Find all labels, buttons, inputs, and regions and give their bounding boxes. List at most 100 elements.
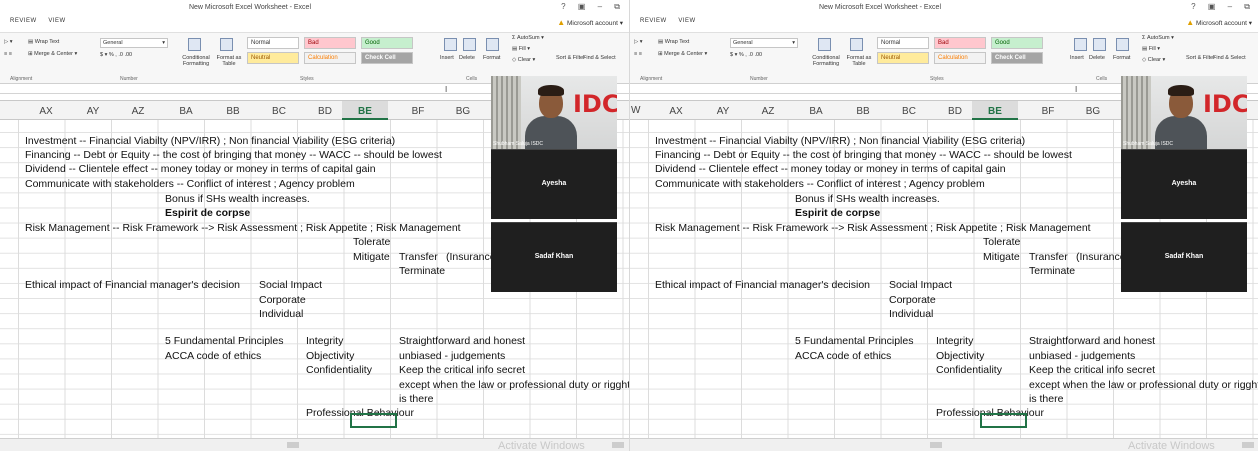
format-as-table-button[interactable]: Format as Table (214, 55, 244, 67)
col-header[interactable]: AY (73, 106, 113, 117)
tab-view[interactable]: VIEW (678, 18, 695, 24)
col-header[interactable]: BD (935, 106, 975, 117)
col-header[interactable]: AY (703, 106, 743, 117)
conditional-formatting-button[interactable]: Conditional Formatting (806, 55, 846, 67)
wrap-text-button[interactable]: ▤ Wrap Text (28, 39, 59, 45)
cell-text[interactable]: Ethical impact of Financial manager's de… (655, 279, 870, 291)
window-controls[interactable]: ? ▣ – ⧉ (561, 2, 625, 12)
cell-text[interactable]: Bonus if SHs wealth increases. (795, 193, 940, 205)
cell-text[interactable]: Terminate (1029, 265, 1075, 277)
style-normal[interactable]: Normal (877, 37, 929, 49)
format-as-table-icon[interactable] (850, 38, 863, 51)
cell-text[interactable]: Transfer (399, 251, 438, 263)
cell-text[interactable]: Communicate with stakeholders -- Conflic… (25, 178, 355, 190)
cell-text[interactable]: Dividend -- Clientele effect -- money to… (655, 163, 1006, 175)
selected-cell[interactable] (980, 413, 1027, 428)
scroll-left-arrow[interactable] (930, 442, 942, 448)
cell-text[interactable]: Investment -- Financial Viabilty (NPV/IR… (655, 135, 1025, 147)
cell-text[interactable]: except when the law or professional duty… (399, 379, 629, 391)
cell-text[interactable]: Transfer (1029, 251, 1068, 263)
col-header[interactable]: BA (166, 106, 206, 117)
align-icons[interactable]: ≡ ≡ (4, 51, 12, 57)
tab-review[interactable]: REVIEW (10, 18, 37, 24)
cell-text[interactable]: Integrity (306, 335, 343, 347)
cell-text[interactable]: except when the law or professional duty… (1029, 379, 1258, 391)
cell-text[interactable]: Risk Management -- Risk Framework --> Ri… (655, 222, 1091, 234)
col-header[interactable]: BG (443, 106, 483, 117)
format-icon[interactable] (1116, 38, 1129, 51)
number-format-icons[interactable]: $ ▾ % , .0 .00 (100, 52, 132, 58)
col-header[interactable]: AX (656, 106, 696, 117)
conditional-formatting-icon[interactable] (818, 38, 831, 51)
cell-text[interactable]: Corporate (889, 294, 936, 306)
format-as-table-icon[interactable] (220, 38, 233, 51)
style-good[interactable]: Good (361, 37, 413, 49)
format-button[interactable]: Format (1113, 55, 1130, 61)
merge-center-button[interactable]: ⊞ Merge & Center ▾ (28, 51, 77, 57)
fill-button[interactable]: ▤ Fill ▾ (1142, 46, 1160, 52)
cell-text[interactable]: 5 Fundamental Principles (165, 335, 283, 347)
indent-icon[interactable]: ▷ ▾ (634, 39, 643, 45)
cell-text[interactable]: Straightforward and honest (399, 335, 525, 347)
delete-icon[interactable] (463, 38, 476, 51)
cell-text[interactable]: Bonus if SHs wealth increases. (165, 193, 310, 205)
col-header-active[interactable]: BE (975, 106, 1015, 117)
insert-button[interactable]: Insert (440, 55, 454, 61)
cell-text[interactable]: Social Impact (889, 279, 952, 291)
presenter-video-tile[interactable]: IDC Shubham Saluja ISDC (491, 76, 617, 149)
cell-text[interactable]: (Insurance (1076, 251, 1126, 263)
style-check-cell[interactable]: Check Cell (991, 52, 1043, 64)
autosum-button[interactable]: Σ AutoSum ▾ (512, 35, 544, 41)
number-format-select[interactable]: General ▾ (730, 38, 798, 48)
col-header[interactable]: BF (398, 106, 438, 117)
merge-center-button[interactable]: ⊞ Merge & Center ▾ (658, 51, 707, 57)
scroll-right-arrow[interactable] (612, 442, 624, 448)
col-header[interactable]: BC (259, 106, 299, 117)
account-area[interactable]: ▲ Microsoft account ▾ (1186, 18, 1252, 27)
autosum-button[interactable]: Σ AutoSum ▾ (1142, 35, 1174, 41)
cell-text[interactable]: unbiased - judgements (399, 350, 505, 362)
col-header[interactable]: BD (305, 106, 345, 117)
cell-text[interactable]: ACCA code of ethics (165, 350, 261, 362)
cell-text[interactable]: Financing -- Debt or Equity -- the cost … (655, 149, 1072, 161)
col-header-active[interactable]: BE (345, 106, 385, 117)
cell-text[interactable]: Confidentiality (306, 364, 372, 376)
col-header[interactable]: BF (1028, 106, 1068, 117)
number-format-icons[interactable]: $ ▾ % , .0 .00 (730, 52, 762, 58)
cell-text[interactable]: Keep the critical info secret (1029, 364, 1155, 376)
cell-text[interactable]: Espirit de corpse (795, 207, 880, 219)
cell-text[interactable]: Mitigate (983, 251, 1020, 263)
cell-text[interactable]: Financing -- Debt or Equity -- the cost … (25, 149, 442, 161)
insert-icon[interactable] (1074, 38, 1087, 51)
insert-icon[interactable] (444, 38, 457, 51)
clear-button[interactable]: ◇ Clear ▾ (1142, 57, 1165, 63)
presenter-video-tile[interactable]: IDC Shubham Saluja ISDC (1121, 76, 1247, 149)
number-format-select[interactable]: General ▾ (100, 38, 168, 48)
cell-text[interactable]: (Insurance (446, 251, 496, 263)
delete-button[interactable]: Delete (1089, 55, 1105, 61)
participant-tile[interactable]: Ayesha (491, 149, 617, 219)
cell-text[interactable]: is there (1029, 393, 1063, 405)
col-header[interactable]: BB (843, 106, 883, 117)
cell-text[interactable]: 5 Fundamental Principles (795, 335, 913, 347)
cell-text[interactable]: Mitigate (353, 251, 390, 263)
cell-text[interactable]: unbiased - judgements (1029, 350, 1135, 362)
indent-icon[interactable]: ▷ ▾ (4, 39, 13, 45)
account-label[interactable]: Microsoft account (1196, 20, 1247, 27)
col-header[interactable]: AX (26, 106, 66, 117)
participant-tile[interactable]: Sadaf Khan (491, 222, 617, 292)
col-header[interactable]: BG (1073, 106, 1113, 117)
sort-filter-button[interactable]: Sort & Filter (1186, 55, 1215, 61)
format-icon[interactable] (486, 38, 499, 51)
participant-tile[interactable]: Ayesha (1121, 149, 1247, 219)
cell-text[interactable]: Investment -- Financial Viabilty (NPV/IR… (25, 135, 395, 147)
cell-text[interactable]: Tolerate (983, 236, 1020, 248)
cell-text[interactable]: Risk Management -- Risk Framework --> Ri… (25, 222, 461, 234)
account-label[interactable]: Microsoft account (567, 20, 618, 27)
cell-text[interactable]: Dividend -- Clientele effect -- money to… (25, 163, 376, 175)
style-calculation[interactable]: Calculation (934, 52, 986, 64)
cell-text[interactable]: ACCA code of ethics (795, 350, 891, 362)
wrap-text-button[interactable]: ▤ Wrap Text (658, 39, 689, 45)
format-button[interactable]: Format (483, 55, 500, 61)
col-header[interactable]: BC (889, 106, 929, 117)
